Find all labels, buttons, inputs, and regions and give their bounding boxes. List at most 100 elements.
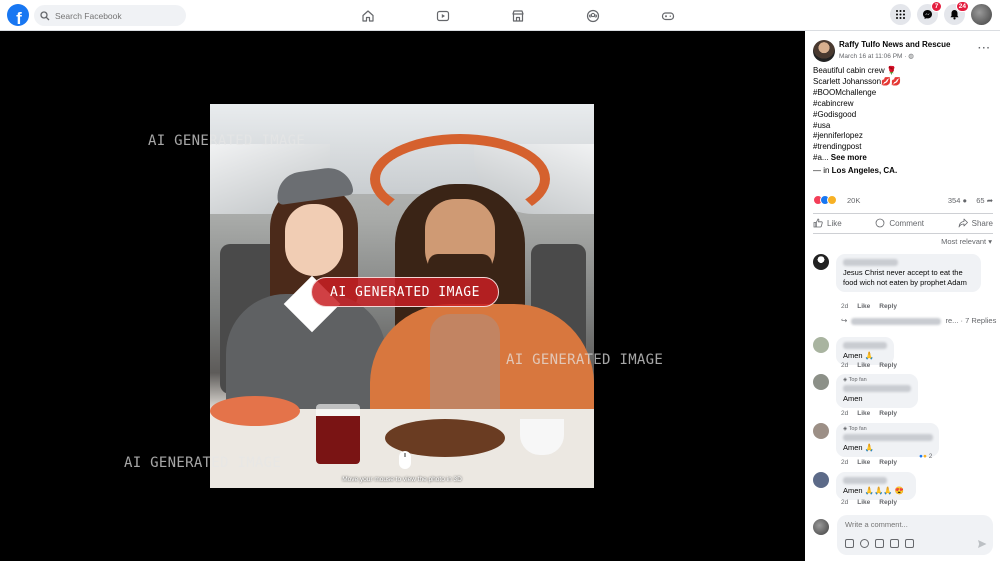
share-button[interactable]: Share — [958, 216, 993, 230]
comment-time[interactable]: 2d — [841, 499, 848, 506]
reaction-count: 2 — [928, 453, 933, 460]
comment-reply-button[interactable]: Reply — [879, 459, 897, 466]
like-label: Like — [827, 218, 842, 228]
like-button[interactable]: Like — [813, 216, 842, 230]
flight-attendant-face — [285, 204, 343, 276]
commenter-avatar[interactable] — [813, 423, 829, 439]
avatar-sticker-icon[interactable] — [845, 539, 854, 548]
messenger-button[interactable]: 7 — [917, 1, 942, 25]
sticker-icon[interactable] — [905, 539, 914, 548]
user-avatar — [813, 519, 829, 535]
commenter-name[interactable] — [843, 434, 933, 441]
comment-text: Amen 🙏🙏🙏 😍 — [843, 486, 905, 495]
nav-groups[interactable] — [555, 0, 630, 31]
comment-time[interactable]: 2d — [841, 459, 848, 466]
grid-menu-icon — [896, 10, 905, 19]
search-bar[interactable] — [34, 5, 186, 26]
composer-tools — [845, 539, 914, 548]
gaming-icon — [661, 11, 674, 20]
share-arrow-icon: ➦ — [986, 196, 993, 205]
post-line: Beautiful cabin crew 🌹 — [813, 66, 897, 75]
comment-reactions[interactable]: ●● 2 — [919, 453, 932, 460]
comment-input[interactable] — [845, 520, 985, 529]
comment-like-button[interactable]: Like — [857, 499, 870, 506]
comment-bubble-icon: ● — [962, 196, 967, 205]
hashtag[interactable]: #BOOMchallenge — [813, 88, 993, 99]
view-replies-link[interactable]: ↪ re... · 7 Replies — [841, 316, 1000, 325]
see-more-link[interactable]: See more — [831, 153, 867, 162]
comment-like-button[interactable]: Like — [857, 303, 870, 310]
commenter-name[interactable] — [843, 385, 911, 392]
main-nav — [330, 0, 705, 31]
hashtag[interactable]: #a... — [813, 153, 831, 162]
post-date[interactable]: March 16 at 11:06 PM · ◍ — [839, 52, 914, 60]
commenter-avatar[interactable] — [813, 254, 829, 270]
camera-icon[interactable] — [875, 539, 884, 548]
comment-box[interactable] — [837, 515, 993, 555]
comment-time[interactable]: 2d — [841, 410, 848, 417]
share-label: Share — [971, 218, 993, 228]
comment-reply-button[interactable]: Reply — [879, 362, 897, 369]
commenter-avatar[interactable] — [813, 472, 829, 488]
commenter-name[interactable] — [843, 259, 898, 266]
hashtag[interactable]: #jenniferlopez — [813, 131, 993, 142]
comment-time[interactable]: 2d — [841, 303, 848, 310]
hashtag[interactable]: #trendingpost — [813, 142, 993, 153]
comment-reply-button[interactable]: Reply — [879, 499, 897, 506]
commenter-avatar[interactable] — [813, 374, 829, 390]
photo-3d-hint: Move your mouse to view the photo in 3D — [342, 476, 462, 483]
reaction-count[interactable]: 20K — [847, 196, 860, 205]
reaction-icons: ● — [922, 453, 927, 460]
nav-video[interactable] — [405, 0, 480, 31]
comment-meta: 2d Like Reply — [841, 410, 906, 417]
notifications-badge: 24 — [955, 1, 969, 12]
page-name[interactable]: Raffy Tulfo News and Rescue — [839, 40, 950, 49]
comment-label: Comment — [889, 218, 924, 228]
comment-time[interactable]: 2d — [841, 362, 848, 369]
facebook-logo[interactable]: f — [7, 4, 29, 26]
diamond-icon: ◈ — [843, 426, 848, 432]
location-link[interactable]: Los Angeles, CA. — [832, 166, 898, 175]
comment-sort-dropdown[interactable]: Most relevant ▾ — [941, 237, 992, 246]
home-icon — [361, 9, 374, 22]
search-input[interactable] — [55, 10, 180, 21]
comment-like-button[interactable]: Like — [857, 410, 870, 417]
ai-watermark: AI GENERATED IMAGE — [506, 352, 664, 368]
comment-like-button[interactable]: Like — [857, 459, 870, 466]
commenter-name[interactable] — [843, 477, 887, 484]
location-prefix: — in — [813, 166, 832, 175]
comment-reply-button[interactable]: Reply — [879, 410, 897, 417]
post-photo[interactable]: Move your mouse to view the photo in 3D … — [210, 104, 594, 488]
share-count[interactable]: 65 ➦ — [976, 196, 993, 205]
comment-like-button[interactable]: Like — [857, 362, 870, 369]
comment-icon — [875, 218, 885, 228]
gif-icon[interactable] — [890, 539, 899, 548]
shrimp-plate-left — [210, 396, 300, 426]
profile-avatar[interactable] — [971, 4, 992, 25]
nav-gaming[interactable] — [630, 0, 705, 31]
send-icon[interactable] — [977, 539, 987, 549]
nav-marketplace[interactable] — [480, 0, 555, 31]
comment-text: Jesus Christ never accept to eat the foo… — [843, 268, 967, 287]
search-icon — [40, 10, 50, 20]
comment-meta: 2d Like Reply — [841, 362, 906, 369]
more-options-icon[interactable]: ··· — [978, 43, 991, 54]
notifications-button[interactable]: 24 — [944, 1, 969, 25]
post-location: — in Los Angeles, CA. — [813, 166, 897, 175]
hashtag[interactable]: #usa — [813, 121, 993, 132]
messenger-badge: 7 — [931, 1, 942, 12]
nav-home[interactable] — [330, 0, 405, 31]
hashtag[interactable]: #Godisgood — [813, 110, 993, 121]
comment-button[interactable]: Comment — [875, 216, 924, 230]
comment-reply-button[interactable]: Reply — [879, 303, 897, 310]
menu-button[interactable] — [890, 4, 911, 25]
page-avatar[interactable] — [813, 40, 835, 62]
hashtag[interactable]: #cabincrew — [813, 99, 993, 110]
top-fan-badge: ◈ Top fan — [843, 426, 932, 432]
commenter-avatar[interactable] — [813, 337, 829, 353]
commenter-name[interactable] — [843, 342, 887, 349]
reaction-icons[interactable] — [813, 195, 837, 205]
emoji-icon[interactable] — [860, 539, 869, 548]
diamond-icon: ◈ — [843, 377, 848, 383]
comment-count[interactable]: 354 ● — [948, 196, 967, 205]
